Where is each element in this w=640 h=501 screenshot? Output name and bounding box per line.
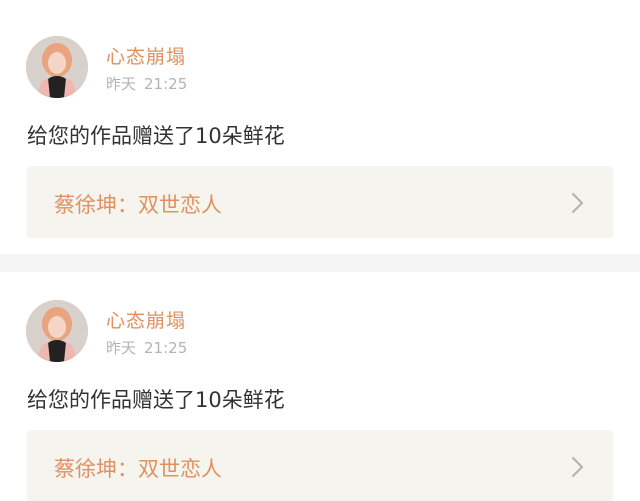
chevron-right-icon bbox=[571, 192, 584, 214]
timestamp-time: 21:25 bbox=[144, 339, 188, 357]
avatar[interactable] bbox=[26, 36, 88, 98]
timestamp-day: 昨天 bbox=[106, 75, 137, 93]
notification-message: 给您的作品赠送了10朵鲜花 bbox=[27, 388, 285, 412]
avatar-image bbox=[26, 300, 88, 362]
notification-page: 心态崩塌 昨天 21:25 给您的作品赠送了10朵鲜花 蔡徐坤：双世恋人 心态崩塌 bbox=[0, 0, 640, 501]
section-divider bbox=[0, 254, 640, 272]
username[interactable]: 心态崩塌 bbox=[106, 306, 186, 333]
timestamp: 昨天 21:25 bbox=[106, 337, 187, 358]
work-title: 蔡徐坤：双世恋人 bbox=[54, 193, 222, 217]
notification-card: 心态崩塌 昨天 21:25 给您的作品赠送了10朵鲜花 蔡徐坤：双世恋人 bbox=[0, 0, 640, 254]
timestamp-time: 21:25 bbox=[144, 75, 188, 93]
notification-message: 给您的作品赠送了10朵鲜花 bbox=[27, 124, 285, 148]
work-title: 蔡徐坤：双世恋人 bbox=[54, 457, 222, 481]
work-link[interactable]: 蔡徐坤：双世恋人 bbox=[27, 166, 613, 238]
timestamp: 昨天 21:25 bbox=[106, 73, 187, 94]
timestamp-day: 昨天 bbox=[106, 339, 137, 357]
avatar-image bbox=[26, 36, 88, 98]
username[interactable]: 心态崩塌 bbox=[106, 42, 186, 69]
notification-card: 心态崩塌 昨天 21:25 给您的作品赠送了10朵鲜花 蔡徐坤：双世恋人 bbox=[0, 272, 640, 501]
chevron-right-icon bbox=[571, 456, 584, 478]
avatar[interactable] bbox=[26, 300, 88, 362]
work-link[interactable]: 蔡徐坤：双世恋人 bbox=[27, 430, 613, 501]
